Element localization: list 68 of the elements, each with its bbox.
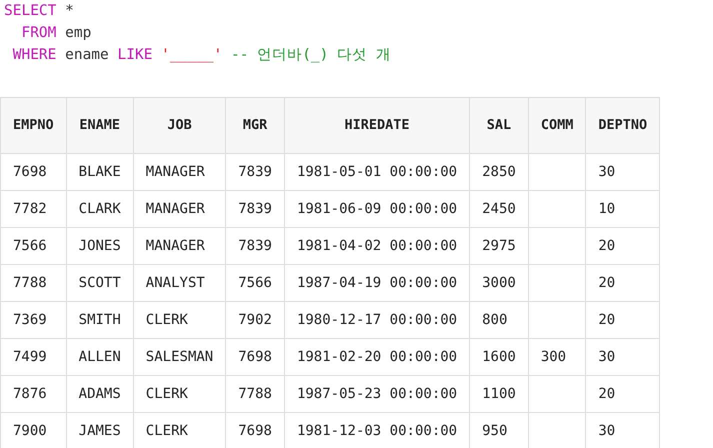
sql-keyword: WHERE [12,47,56,63]
column-header: JOB [133,98,226,154]
table-cell: 1980-12-17 00:00:00 [284,302,470,338]
table-cell: 7902 [226,302,284,338]
column-header: MGR [226,98,284,154]
table-cell: ADAMS [66,376,134,412]
table-cell: 7876 [0,376,66,412]
code-text: * [64,3,74,19]
table-cell: JONES [66,228,134,264]
column-header: SAL [470,98,528,154]
column-header: ENAME [66,98,134,154]
table-cell: 7782 [0,190,66,228]
table-cell: CLERK [133,302,226,338]
table-cell: 7839 [226,190,284,228]
column-header: EMPNO [0,98,66,154]
table-cell: 10 [586,190,660,228]
table-cell: 7499 [0,338,66,376]
table-cell: MANAGER [133,228,226,264]
table-cell: 1981-06-09 00:00:00 [284,190,470,228]
table-cell: 1600 [470,338,528,376]
table-cell: 2450 [470,190,528,228]
sql-keyword: LIKE [118,47,154,63]
code-text: emp [64,25,92,41]
table-cell: 1981-02-20 00:00:00 [284,338,470,376]
table-cell: BLAKE [66,154,134,190]
table-cell: 1981-04-02 00:00:00 [284,228,470,264]
table-cell: 30 [586,154,660,190]
table-cell: SALESMAN [133,338,226,376]
table-cell: 800 [470,302,528,338]
table-cell: ANALYST [133,264,226,302]
table-cell: 1987-05-23 00:00:00 [284,376,470,412]
string-literal: '_____' [161,47,224,63]
sql-keyword: SELECT [4,3,56,19]
table-cell: 3000 [470,264,528,302]
table-cell: 7369 [0,302,66,338]
sql-keyword: FROM [20,25,56,41]
table-cell: CLERK [133,376,226,412]
table-cell: SMITH [66,302,134,338]
table-cell: 2975 [470,228,528,264]
table-cell: 20 [586,376,660,412]
table-cell: MANAGER [133,190,226,228]
table-cell: SCOTT [66,264,134,302]
table-cell: MANAGER [133,154,226,190]
table-cell: 20 [586,302,660,338]
table-cell: 7839 [226,154,284,190]
table-cell: 300 [528,338,586,376]
table-cell: 30 [586,338,660,376]
column-header: COMM [528,98,586,154]
table-cell: 7839 [226,228,284,264]
table-cell: 7566 [226,264,284,302]
table-cell: 7900 [0,412,66,448]
table-cell: 1987-04-19 00:00:00 [284,264,470,302]
table-cell: 7788 [0,264,66,302]
table-cell: 20 [586,264,660,302]
table-cell: 1981-05-01 00:00:00 [284,154,470,190]
table-cell: CLARK [66,190,134,228]
column-header: DEPTNO [586,98,660,154]
table-cell: 20 [586,228,660,264]
table-cell: 7698 [0,154,66,190]
table-cell: 7788 [226,376,284,412]
table-cell: 1100 [470,376,528,412]
code-text: ename [64,47,110,63]
table-cell: ALLEN [66,338,134,376]
table-cell: 7566 [0,228,66,264]
table-cell: 7698 [226,338,284,376]
column-header: HIREDATE [284,98,470,154]
code-comment: -- 언더바(_) 다섯 개 [231,47,391,63]
table-cell: 2850 [470,154,528,190]
